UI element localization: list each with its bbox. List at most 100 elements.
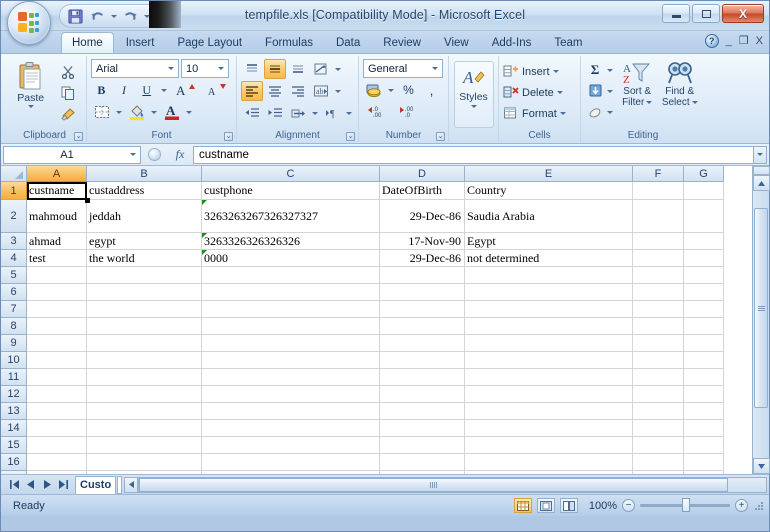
decrease-indent-button[interactable] xyxy=(241,103,263,123)
cell-A8[interactable] xyxy=(27,318,87,335)
minimize-button[interactable] xyxy=(662,4,690,23)
cell-B15[interactable] xyxy=(87,437,202,454)
cell-G1[interactable] xyxy=(684,182,724,200)
cell-C13[interactable] xyxy=(202,403,380,420)
column-header-f[interactable]: F xyxy=(633,166,684,182)
paste-dropdown-icon[interactable] xyxy=(27,105,34,108)
sheet-tab-customers[interactable]: Custo xyxy=(75,475,117,494)
expand-formula-bar-button[interactable] xyxy=(753,145,767,164)
cell-G15[interactable] xyxy=(684,437,724,454)
cell-E16[interactable] xyxy=(465,454,633,471)
fill-color-dropdown[interactable] xyxy=(149,102,159,122)
tab-data[interactable]: Data xyxy=(325,32,371,53)
row-header-16[interactable]: 16 xyxy=(1,454,27,471)
cell-G3[interactable] xyxy=(684,233,724,250)
tab-view[interactable]: View xyxy=(433,32,480,53)
shrink-font-button[interactable]: A xyxy=(202,80,232,100)
cell-F1[interactable] xyxy=(633,182,684,200)
cell-A10[interactable] xyxy=(27,352,87,369)
increase-indent-button[interactable] xyxy=(264,103,286,123)
font-dialog-launcher[interactable]: ⌄ xyxy=(224,132,233,141)
cell-E3[interactable]: Egypt xyxy=(465,233,633,250)
row-header-14[interactable]: 14 xyxy=(1,420,27,437)
last-sheet-button[interactable] xyxy=(55,477,70,493)
grow-font-button[interactable]: A xyxy=(171,80,201,100)
merge-center-dropdown[interactable] xyxy=(310,103,320,123)
formula-input[interactable]: custname xyxy=(193,145,753,164)
cell-B10[interactable] xyxy=(87,352,202,369)
cell-G10[interactable] xyxy=(684,352,724,369)
cell-A3[interactable]: ahmad xyxy=(27,233,87,250)
paste-button[interactable]: Paste xyxy=(7,59,54,128)
cell-A2[interactable]: mahmoud xyxy=(27,200,87,233)
cell-B16[interactable] xyxy=(87,454,202,471)
clear-button[interactable] xyxy=(585,103,605,122)
cell-A16[interactable] xyxy=(27,454,87,471)
workbook-restore-button[interactable]: ❐ xyxy=(739,35,749,47)
fill-dropdown[interactable] xyxy=(605,81,615,101)
cell-D6[interactable] xyxy=(380,284,465,301)
cell-G7[interactable] xyxy=(684,301,724,318)
cell-E2[interactable]: Saudia Arabia xyxy=(465,200,633,233)
cell-B4[interactable]: the world xyxy=(87,250,202,267)
row-header-3[interactable]: 3 xyxy=(1,233,27,250)
bottom-align-button[interactable] xyxy=(287,59,309,79)
cell-B7[interactable] xyxy=(87,301,202,318)
format-dropdown-icon[interactable] xyxy=(559,112,566,115)
restore-button[interactable] xyxy=(692,4,720,23)
fill-button[interactable] xyxy=(585,82,605,101)
find-select-dropdown-icon[interactable] xyxy=(691,101,698,104)
cell-B3[interactable]: egypt xyxy=(87,233,202,250)
text-direction-button[interactable]: ¶ xyxy=(321,103,343,123)
scroll-left-button[interactable] xyxy=(124,476,139,493)
underline-dropdown[interactable] xyxy=(159,80,169,100)
delete-cells-button[interactable]: Delete xyxy=(503,82,576,103)
sort-filter-dropdown-icon[interactable] xyxy=(646,101,653,104)
cell-B5[interactable] xyxy=(87,267,202,284)
borders-dropdown[interactable] xyxy=(114,102,124,122)
styles-button[interactable]: A Styles xyxy=(453,61,494,128)
align-left-button[interactable] xyxy=(241,81,263,101)
cell-D7[interactable] xyxy=(380,301,465,318)
insert-cells-button[interactable]: Insert xyxy=(503,61,576,82)
cell-A12[interactable] xyxy=(27,386,87,403)
row-header-7[interactable]: 7 xyxy=(1,301,27,318)
cell-F10[interactable] xyxy=(633,352,684,369)
cell-C4[interactable]: 0000 xyxy=(202,250,380,267)
cell-D14[interactable] xyxy=(380,420,465,437)
cell-E1[interactable]: Country xyxy=(465,182,633,200)
cell-B9[interactable] xyxy=(87,335,202,352)
cell-G2[interactable] xyxy=(684,200,724,233)
cell-D5[interactable] xyxy=(380,267,465,284)
cell-A5[interactable] xyxy=(27,267,87,284)
comma-style-button[interactable]: , xyxy=(421,80,442,100)
cut-button[interactable] xyxy=(58,63,78,81)
cell-E5[interactable] xyxy=(465,267,633,284)
number-dialog-launcher[interactable]: ⌄ xyxy=(436,132,445,141)
accounting-dropdown[interactable] xyxy=(386,80,396,100)
cell-B2[interactable]: jeddah xyxy=(87,200,202,233)
cell-C14[interactable] xyxy=(202,420,380,437)
merge-center-button[interactable] xyxy=(287,103,309,123)
row-header-2[interactable]: 2 xyxy=(1,200,27,233)
column-header-d[interactable]: D xyxy=(380,166,465,182)
cell-B8[interactable] xyxy=(87,318,202,335)
office-button[interactable] xyxy=(7,1,51,45)
number-format-combo[interactable]: General xyxy=(363,59,443,78)
cell-D4[interactable]: 29-Dec-86 xyxy=(380,250,465,267)
cell-F12[interactable] xyxy=(633,386,684,403)
page-layout-view-button[interactable] xyxy=(537,498,555,513)
cell-F3[interactable] xyxy=(633,233,684,250)
cell-D16[interactable] xyxy=(380,454,465,471)
accounting-format-button[interactable] xyxy=(363,80,384,100)
cell-A1[interactable]: custname xyxy=(27,182,87,200)
split-box[interactable] xyxy=(753,166,770,175)
cell-B6[interactable] xyxy=(87,284,202,301)
font-name-combo[interactable]: Arial xyxy=(91,59,179,78)
cell-C12[interactable] xyxy=(202,386,380,403)
cell-A11[interactable] xyxy=(27,369,87,386)
cell-E13[interactable] xyxy=(465,403,633,420)
cell-F14[interactable] xyxy=(633,420,684,437)
row-header-10[interactable]: 10 xyxy=(1,352,27,369)
column-header-a[interactable]: A xyxy=(27,166,87,182)
